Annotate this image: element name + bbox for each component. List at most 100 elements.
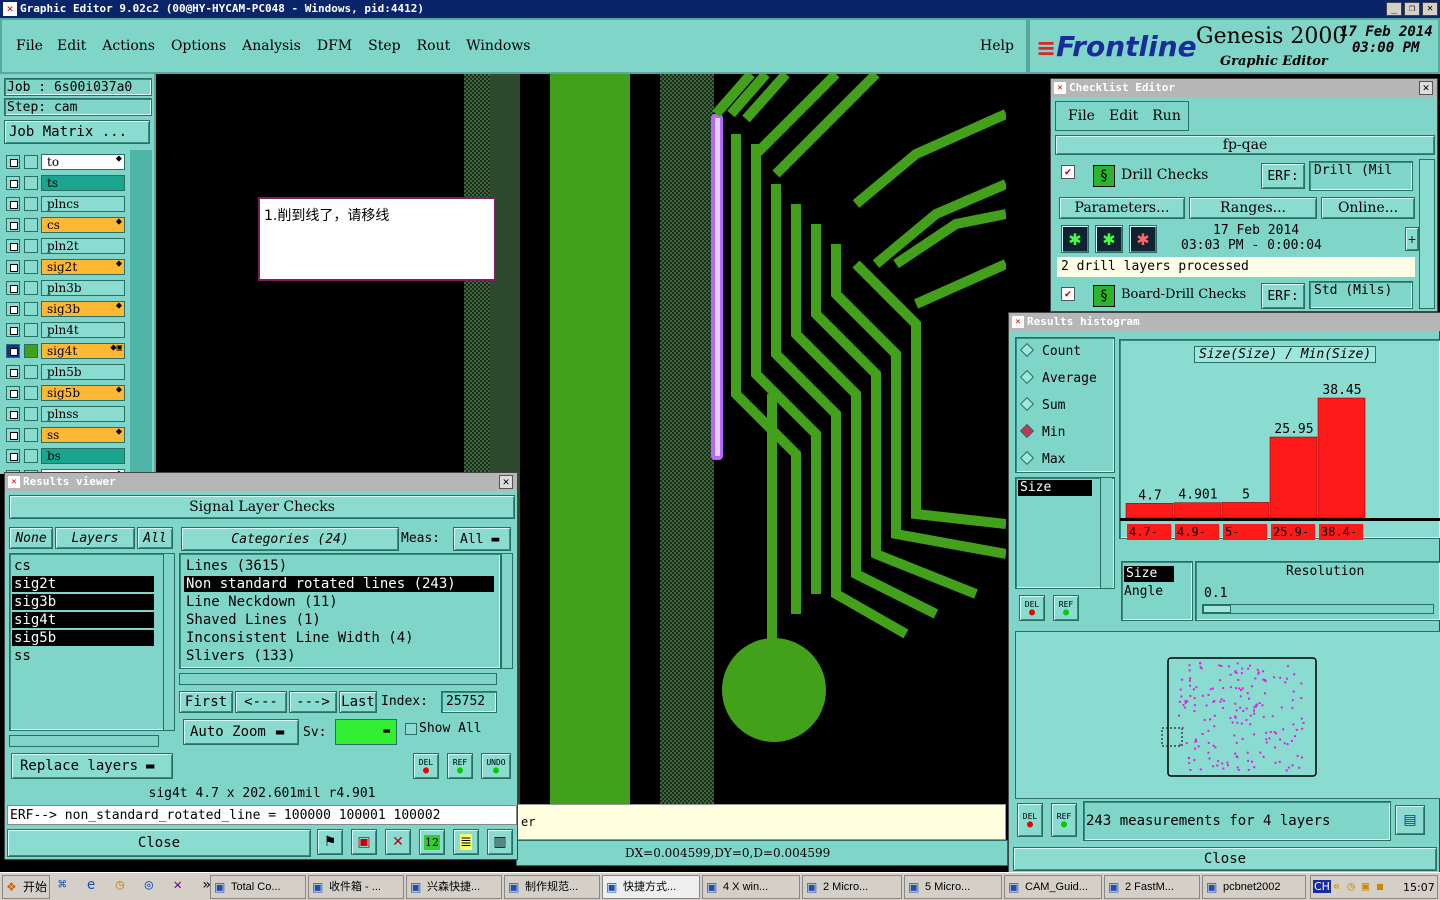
layer-name[interactable]: pln5b [41,364,125,380]
layer-name[interactable]: ts [41,175,125,191]
erf-value-2[interactable]: Std (Mils) [1309,281,1413,309]
layer-visible-checkbox[interactable] [6,407,20,421]
resolution-slider[interactable] [1202,604,1434,614]
mode-option-sum[interactable]: Sum [1019,396,1065,416]
category-item[interactable]: Shaved Lines (1) [184,612,494,628]
run-icon-3[interactable]: ✱ [1129,225,1157,253]
categories-button[interactable]: Categories (24) [181,527,399,551]
histogram-bar[interactable] [1317,397,1366,519]
layer-work-toggle[interactable] [24,449,38,463]
menu-rout[interactable]: Rout [417,38,451,58]
layer-visible-checkbox[interactable] [6,281,20,295]
layer-work-toggle[interactable] [24,344,38,358]
menu-edit[interactable]: Edit [57,38,86,58]
rv-layer-item[interactable]: ss [12,648,154,664]
categories-vscroll[interactable] [501,553,513,669]
layer-visible-checkbox[interactable] [6,155,20,169]
layer-list-vscroll[interactable] [163,553,175,731]
map-ref-button[interactable]: REF ● [1051,803,1077,837]
parameters-button[interactable]: Parameters... [1059,197,1185,219]
results-close-button[interactable]: Close [7,829,311,857]
checklist-menu-edit[interactable]: Edit [1109,108,1138,124]
menu-analysis[interactable]: Analysis [242,38,301,58]
tool-icon-3[interactable]: ✕ [385,829,411,855]
radio-diamond-icon[interactable] [1019,342,1035,358]
online-button[interactable]: Online... [1321,197,1415,219]
tool-icon-4[interactable]: 12 [419,829,445,855]
ref-button[interactable]: REF ● [447,753,473,779]
index-input[interactable]: 25752 [441,691,497,713]
menu-actions[interactable]: Actions [102,38,155,58]
layer-visible-checkbox[interactable] [6,428,20,442]
radio-diamond-icon[interactable] [1019,423,1035,439]
layer-name[interactable]: to [41,154,125,170]
rv-layer-item[interactable]: sig3b [12,594,154,610]
layer-visible-checkbox[interactable] [6,449,20,463]
layer-row-cs[interactable]: cs ⬥ [6,217,125,233]
taskbar-item[interactable]: ▣ 兴森快捷... [406,875,502,899]
layer-work-toggle[interactable] [24,407,38,421]
taskbar-item[interactable]: ▣ 收件箱 - ... [308,875,404,899]
restore-button[interactable]: ❐ [1404,2,1420,16]
ranges-button[interactable]: Ranges... [1189,197,1317,219]
x-app-icon[interactable]: ✕ [174,877,188,893]
run-icon-1[interactable]: ✱ [1061,225,1089,253]
attr-angle[interactable]: Angle [1124,584,1163,599]
none-button[interactable]: None [9,527,53,549]
tool-icon-5[interactable]: ≣ [453,829,479,855]
meas-select[interactable]: All ▬ [453,527,511,551]
layer-row-bs[interactable]: bs [6,448,125,464]
ie-icon[interactable]: e [87,877,101,893]
layer-row-plnss[interactable]: plnss [6,406,125,422]
layer-visible-checkbox[interactable] [6,218,20,232]
histogram-close-button[interactable]: Close [1013,847,1437,871]
taskbar-item[interactable]: ▣ 4 X win... [702,875,800,899]
mode-option-count[interactable]: Count [1019,342,1081,362]
results-viewer-close-icon[interactable]: ✕ [499,475,513,489]
menu-dfm[interactable]: DFM [317,38,352,58]
layer-row-plncs[interactable]: plncs [6,196,125,212]
layer-name[interactable]: pln4t [41,322,125,338]
layer-row-sig5b[interactable]: sig5b ⬥ [6,385,125,401]
clock-icon[interactable]: ◷ [116,877,130,893]
layer-name[interactable]: sig2t [41,259,125,275]
replace-layers-select[interactable]: Replace layers ▬ [11,753,173,779]
taskbar-item[interactable]: ▣ CAM_Guid... [1004,875,1102,899]
rv-layer-item[interactable]: cs [12,558,154,574]
tool-icon-6[interactable]: ▥ [487,829,513,855]
drill-check-enable[interactable]: ✔ [1061,165,1075,179]
layer-name[interactable]: pln2t [41,238,125,254]
prev-button[interactable]: <--- [235,691,287,713]
map-del-button[interactable]: DEL ● [1017,803,1043,837]
layer-row-pln3b[interactable]: pln3b [6,280,125,296]
mode-option-average[interactable]: Average [1019,369,1097,389]
histogram-bar[interactable] [1221,502,1270,519]
mode-option-min[interactable]: Min [1019,423,1065,443]
taskbar-item[interactable]: ▣ 制作规范... [504,875,600,899]
taskbar-item[interactable]: ▣ Total Co... [210,875,306,899]
layer-name[interactable]: sig5b [41,385,125,401]
layer-work-toggle[interactable] [24,323,38,337]
job-matrix-button[interactable]: Job Matrix ... [4,120,150,144]
layer-visible-checkbox[interactable] [6,386,20,400]
layer-work-toggle[interactable] [24,365,38,379]
layer-row-sig2t[interactable]: sig2t ⬥ [6,259,125,275]
layer-row-sig4t[interactable]: sig4t ⬥▣ [6,343,125,359]
autozoom-select[interactable]: Auto Zoom ▬ [183,719,299,745]
layer-list-hscroll[interactable] [9,735,159,747]
layer-visible-checkbox[interactable] [6,365,20,379]
menu-step[interactable]: Step [368,38,400,58]
category-item[interactable]: Slivers (133) [184,648,494,664]
layer-row-pln5b[interactable]: pln5b [6,364,125,380]
layer-name[interactable]: plncs [41,196,125,212]
layer-work-toggle[interactable] [24,218,38,232]
taskbar-item[interactable]: ▣ 5 Micro... [904,875,1002,899]
viewport-box[interactable] [1161,727,1183,747]
layer-row-ss[interactable]: ss ⬥ [6,427,125,443]
radio-diamond-icon[interactable] [1019,369,1035,385]
checklist-close-icon[interactable]: ✕ [1419,81,1433,95]
histogram-bar[interactable] [1125,503,1174,519]
next-button[interactable]: ---> [289,691,337,713]
layer-visible-checkbox[interactable] [6,176,20,190]
minimize-button[interactable]: _ [1386,2,1402,16]
